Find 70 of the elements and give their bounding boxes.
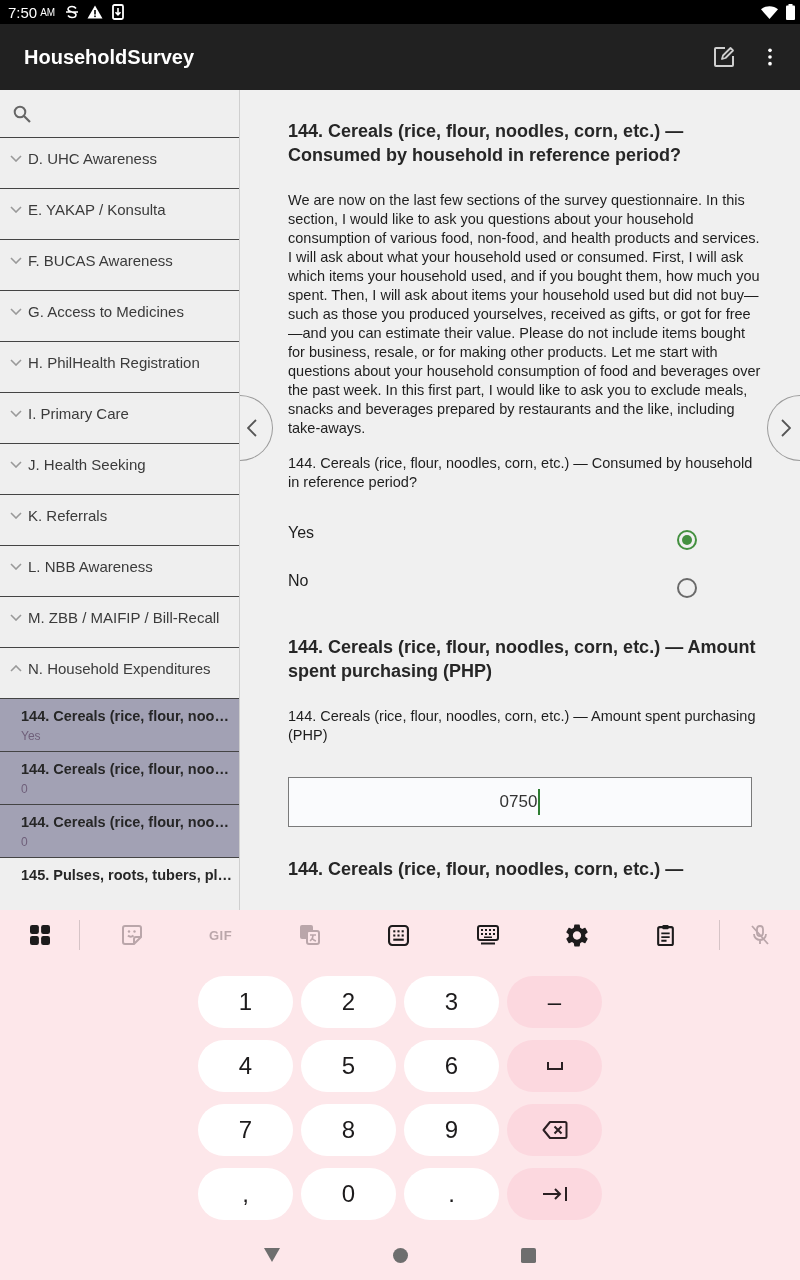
warning-icon [87, 4, 104, 20]
question-item[interactable]: 144. Cereals (rice, flour, noo… 0 [0, 805, 239, 858]
key[interactable]: 8 [301, 1104, 396, 1156]
question-item-title: 144. Cereals (rice, flour, noo… [21, 707, 230, 726]
section-header[interactable]: K. Referrals [0, 495, 239, 546]
question-item-title: 144. Cereals (rice, flour, noo… [21, 813, 230, 832]
tab-icon [541, 1186, 568, 1202]
question-item-title: 144. Cereals (rice, flour, noo… [21, 760, 230, 779]
question-item-answer: 0 [21, 834, 29, 850]
question-item-answer: 0 [21, 781, 29, 797]
back-icon[interactable] [264, 1248, 280, 1262]
question-label: 144. Cereals (rice, flour, noodles, corn, etc.) — Amount spent purchasing (PHP) [288, 707, 757, 745]
symbol-key[interactable]: – [507, 976, 602, 1028]
backspace-icon [541, 1120, 568, 1140]
question-heading: 144. Cereals (rice, flour, noodles, corn, etc.) — Amount spent purchasing (PHP) [288, 636, 757, 683]
section-header[interactable]: D. UHC Awareness [0, 138, 239, 189]
clipboard-icon[interactable] [657, 924, 674, 946]
wifi-icon [761, 5, 778, 19]
status-meridiem: AM [40, 6, 56, 18]
search-icon[interactable] [13, 104, 31, 123]
key[interactable]: 6 [404, 1040, 499, 1092]
key[interactable]: 4 [198, 1040, 293, 1092]
grid-icon[interactable] [29, 925, 50, 945]
chevron-right-icon [781, 419, 791, 437]
status-time: 7:50 [8, 3, 38, 21]
option-label: Yes [288, 523, 315, 543]
backspace-key[interactable] [507, 1104, 602, 1156]
section-header[interactable]: G. Access to Medicines [0, 291, 239, 342]
edit-icon[interactable] [712, 45, 736, 69]
home-icon[interactable] [393, 1247, 408, 1263]
settings-icon[interactable] [565, 923, 588, 947]
more-icon[interactable] [767, 47, 773, 67]
section-header[interactable]: E. YAKAP / Konsulta [0, 189, 239, 240]
key[interactable]: . [404, 1168, 499, 1220]
download-icon [110, 4, 127, 20]
option-label: No [288, 571, 309, 591]
keyboard-icon[interactable] [476, 925, 499, 945]
section-header[interactable]: I. Primary Care [0, 393, 239, 444]
key[interactable]: 1 [198, 976, 293, 1028]
space-icon [546, 1062, 563, 1070]
section-header[interactable]: L. NBB Awareness [0, 546, 239, 597]
recents-icon[interactable] [521, 1247, 536, 1263]
question-item[interactable]: 144. Cereals (rice, flour, noo… Yes [0, 699, 239, 752]
section-header[interactable]: H. PhilHealth Registration [0, 342, 239, 393]
section-header[interactable]: F. BUCAS Awareness [0, 240, 239, 291]
question-label: 144. Cereals (rice, flour, noodles, corn, etc.) — Consumed by household in reference period? [288, 454, 754, 492]
key[interactable]: 2 [301, 976, 396, 1028]
question-heading: 144. Cereals (rice, flour, noodles, corn, etc.) — Consumed by household in reference period? [288, 120, 685, 167]
radio-button[interactable] [677, 530, 697, 550]
numpad-icon[interactable] [388, 924, 409, 946]
question-item-answer: Yes [21, 728, 42, 744]
app-notification-icon [64, 4, 81, 20]
chevron-left-icon [247, 419, 257, 437]
key[interactable]: 0 [301, 1168, 396, 1220]
key[interactable]: 7 [198, 1104, 293, 1156]
key[interactable]: , [198, 1168, 293, 1220]
intro-paragraph: We are now on the last few sections of the survey questionnaire. In this section, I would like to ask you questions about your household consumption of various food, non-food, and health products and services. I will ask about what your household used or consumed. First, I will ask which items your household used, and if you bought them, how much you spent. Then, I will ask about items your household used but did not buy—such as those you produced yourselves, received as gifts, or got for free—and you can estimate their value. Please do not include items bought for business, resale, or for making other products. Let me start with questions about your household consumption of food and beverages over the past week. In this first part, I would like to ask you to exclude meals, snacks and beverages prepared by restaurants and the like, including take-aways. [288, 191, 762, 438]
battery-icon [786, 4, 795, 20]
question-heading: 144. Cereals (rice, flour, noodles, corn, etc.) — [288, 858, 685, 881]
app-title: HouseholdSurvey [24, 45, 196, 69]
section-header[interactable]: J. Health Seeking [0, 444, 239, 495]
amount-input[interactable]: 0750 [288, 777, 752, 827]
key[interactable]: 9 [404, 1104, 499, 1156]
key[interactable]: 5 [301, 1040, 396, 1092]
question-item-title: 145. Pulses, roots, tubers, pl… [21, 866, 234, 885]
question-item[interactable]: 144. Cereals (rice, flour, noo… 0 [0, 752, 239, 805]
section-header[interactable]: M. ZBB / MAIFIP / Bill-Recall [0, 597, 239, 648]
text-cursor-icon [538, 789, 541, 815]
key[interactable]: 3 [404, 976, 499, 1028]
radio-button[interactable] [677, 578, 697, 598]
